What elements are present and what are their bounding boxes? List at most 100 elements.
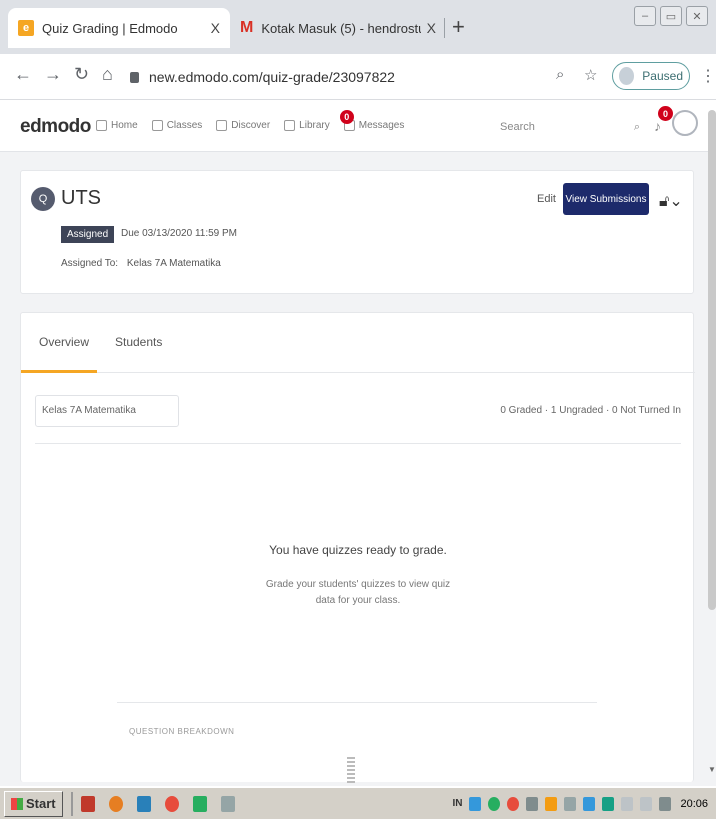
chrome-icon[interactable] [108,795,123,812]
search-placeholder: Search [500,121,535,133]
classes-icon [151,120,163,131]
library-icon [284,120,296,131]
taskbar-clock: 20:06 [680,797,708,810]
opera-icon[interactable] [164,795,179,812]
url-text: new.edmodo.com/quiz-grade/23097822 [149,69,395,85]
edmodo-top-nav: edmodo Home Classes Discover Library 0 Me… [0,100,716,152]
search-input[interactable]: Search ⌕ [500,116,640,138]
view-submissions-button[interactable]: View Submissions [563,183,649,215]
tray-icon[interactable] [469,796,482,811]
empty-state-subtitle: Grade your students' quizzes to view qui… [265,579,451,606]
lock-dropdown[interactable]: 🔓︎⌄ [659,191,683,211]
grading-tabs: Overview Students [21,313,695,373]
tab-students[interactable]: Students [115,335,162,349]
language-indicator[interactable]: IN [452,798,462,809]
resize-grip-icon [347,757,355,783]
start-label: Start [26,796,56,811]
address-bar[interactable]: new.edmodo.com/quiz-grade/23097822 [130,64,596,90]
nav-library[interactable]: Library [284,120,330,131]
back-arrow-icon[interactable]: ← [14,64,32,85]
chrome-window-icon[interactable] [192,795,207,812]
windows-flag-icon [11,797,23,810]
status-badge: Assigned [61,226,115,243]
notifications-badge: 0 [658,106,673,121]
assignment-header-card: Q UTS Assigned Due 03/13/2020 11:59 PM A… [20,170,694,294]
tab-overview[interactable]: Overview [39,335,89,349]
maximize-button[interactable]: ▭ [660,6,682,26]
nav-messages[interactable]: 0 Messages [339,110,404,131]
volume-icon[interactable] [640,796,653,811]
search-icon: ⌕ [633,120,640,133]
tab-separator [444,18,445,38]
class-select[interactable]: Kelas 7A Matematika [35,395,179,427]
network-icon[interactable] [659,796,672,811]
messages-badge: 0 [339,110,354,124]
edmodo-favicon-icon: e [18,20,34,36]
browser-toolbar: ← → ↻ ⌂ new.edmodo.com/quiz-grade/230978… [0,54,716,100]
edmodo-logo[interactable]: edmodo [20,116,91,138]
empty-state-title: You have quizzes ready to grade. [269,543,447,557]
app-icon[interactable] [220,795,235,812]
zoom-icon[interactable]: ⌕ [556,66,564,83]
nav-discover[interactable]: Discover [216,120,270,131]
page-scrollbar[interactable] [708,110,716,610]
grade-stats: 0 Graded · 1 Ungraded · 0 Not Turned In [500,405,681,416]
lock-icon: 🔓︎ [659,193,670,210]
paused-label: Paused [642,69,683,83]
assigned-group-link[interactable]: Kelas 7A Matematika [127,258,221,269]
quick-launch [80,795,235,812]
bookmark-star-icon[interactable]: ☆ [584,66,597,84]
tray-icon[interactable] [602,796,615,811]
question-breakdown-heading: QUESTION BREAKDOWN [129,727,235,736]
tray-icon[interactable] [526,796,539,811]
windows-taskbar: Start IN 20:06 [0,786,716,819]
tab-title: Kotak Masuk (5) - hendrostuden [261,20,420,36]
due-date: Due 03/13/2020 11:59 PM [121,228,238,239]
close-tab-icon[interactable]: X [211,20,220,36]
flag-icon[interactable] [621,796,634,811]
assignment-title: UTS [61,187,101,209]
edit-link[interactable]: Edit [537,193,556,205]
quiz-icon: Q [31,187,55,211]
assigned-to-label: Assigned To: [61,258,119,269]
forward-arrow-icon[interactable]: → [44,64,62,85]
scroll-down-arrow-icon[interactable]: ▼ [708,765,716,774]
tray-icon[interactable] [564,796,577,811]
tray-icon[interactable] [507,796,520,811]
tray-icon[interactable] [545,796,558,811]
active-tab-indicator [21,370,97,373]
tab-gmail[interactable]: M Kotak Masuk (5) - hendrostuden X [232,8,444,48]
assigned-to: Assigned To: Kelas 7A Matematika [61,258,221,269]
notifications-bell-icon[interactable]: ♪ 0 [654,106,673,134]
browser-tab-strip: e Quiz Grading | Edmodo X M Kotak Masuk … [0,0,716,54]
reload-icon[interactable]: ↻ [74,64,89,85]
profile-paused-button[interactable]: Paused [612,62,690,90]
start-button[interactable]: Start [4,790,63,817]
tab-quiz-grading[interactable]: e Quiz Grading | Edmodo X [8,8,230,48]
taskbar-separator [70,791,73,816]
tray-icon[interactable] [488,796,501,811]
home-icon [96,120,107,131]
tab-title: Quiz Grading | Edmodo [42,20,178,36]
window-controls: – ▭ ✕ [634,6,708,26]
more-menu-icon[interactable]: ⋮ [700,66,716,86]
close-tab-icon[interactable]: X [427,20,436,36]
close-window-button[interactable]: ✕ [686,6,708,26]
new-tab-button[interactable]: + [452,14,465,40]
app-icon[interactable] [80,795,95,812]
user-avatar[interactable] [672,110,698,136]
profile-avatar-icon [619,67,635,85]
discover-icon [216,120,228,131]
tray-icon[interactable] [583,796,596,811]
minimize-button[interactable]: – [634,6,656,26]
chevron-down-icon: ⌄ [669,193,683,210]
nav-home[interactable]: Home [96,120,138,131]
system-tray: IN 20:06 [452,796,716,811]
app-icon[interactable] [136,795,151,812]
home-icon[interactable]: ⌂ [102,64,113,85]
lock-icon [130,71,139,83]
nav-items: Home Classes Discover Library 0 Messages [96,110,404,131]
gmail-favicon-icon: M [240,19,254,36]
nav-classes[interactable]: Classes [151,120,202,131]
grading-main-card: Overview Students Kelas 7A Matematika 0 … [20,312,695,783]
